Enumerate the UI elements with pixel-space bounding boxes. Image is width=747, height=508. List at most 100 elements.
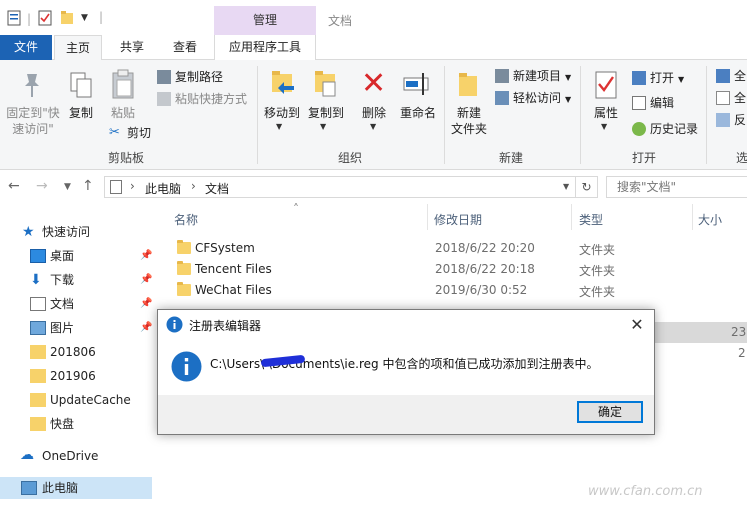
rename-icon	[403, 73, 429, 95]
pin-quick-access-button[interactable]: 固定到"快 速访问"	[2, 105, 64, 137]
column-date[interactable]: 修改日期	[434, 211, 482, 228]
copy-button[interactable]: 复制	[62, 105, 100, 121]
group-organize: 组织	[338, 151, 363, 165]
sidebar-item[interactable]: 201806	[30, 341, 156, 363]
delete-button[interactable]: 删除	[357, 105, 391, 121]
pin-icon	[25, 74, 39, 97]
divider	[257, 66, 258, 164]
checklist-icon[interactable]	[38, 10, 52, 26]
properties-button[interactable]: 属性	[589, 105, 623, 121]
nav-quick-access[interactable]: ★ 快速访问	[22, 221, 152, 243]
sidebar-item[interactable]: 桌面 📌	[30, 245, 156, 267]
nav-this-pc[interactable]: 此电脑	[0, 477, 152, 499]
tab-view[interactable]: 查看	[160, 35, 210, 60]
file-date: 2018/6/22 20:18	[435, 262, 535, 276]
info-icon	[166, 316, 183, 333]
pin-icon[interactable]: 📌	[140, 245, 152, 267]
new-item-button[interactable]: 新建项目 ▼	[495, 67, 571, 85]
sidebar-item[interactable]: 图片 📌	[30, 317, 156, 339]
recent-dropdown-icon[interactable]: ▼	[64, 182, 71, 192]
pin-icon[interactable]: 📌	[140, 269, 152, 291]
breadcrumb-documents[interactable]: 文档	[205, 180, 229, 197]
forward-icon[interactable]: →	[36, 178, 48, 194]
move-to-icon	[272, 71, 294, 94]
new-folder-icon[interactable]	[60, 10, 74, 26]
properties-dropdown-icon[interactable]: ▼	[601, 122, 607, 131]
column-divider[interactable]	[571, 204, 572, 230]
folder-icon	[177, 240, 191, 254]
breadcrumb-chevron[interactable]: ›	[191, 179, 196, 193]
dialog-title-bar[interactable]: 注册表编辑器 ✕	[158, 310, 654, 340]
tab-app-tools[interactable]: 应用程序工具	[214, 35, 316, 60]
copy-path-button[interactable]: 复制路径	[157, 68, 223, 86]
divider	[580, 66, 581, 164]
column-divider[interactable]	[692, 204, 693, 230]
sidebar-item-label: 快盘	[50, 417, 75, 431]
easy-access-button[interactable]: 轻松访问 ▼	[495, 89, 571, 107]
nav-onedrive[interactable]: ☁ OneDrive	[20, 445, 150, 467]
properties-icon[interactable]	[7, 10, 21, 26]
new-item-label: 新建项目	[513, 69, 562, 83]
file-name: CFSystem	[195, 241, 255, 255]
breadcrumb-this-pc[interactable]: 此电脑	[145, 180, 181, 197]
paste-icon	[112, 69, 134, 99]
file-size: 2	[738, 346, 746, 360]
address-dropdown-icon[interactable]: ▼	[563, 182, 569, 191]
search-input[interactable]: 搜索"文档"	[606, 176, 747, 198]
invert-selection-label: 反	[734, 113, 747, 127]
history-label: 历史记录	[650, 122, 699, 136]
file-type: 文件夹	[579, 243, 616, 257]
column-divider[interactable]	[427, 204, 428, 230]
move-to-button[interactable]: 移动到	[260, 105, 304, 121]
pin-icon[interactable]: 📌	[140, 293, 152, 315]
move-to-dropdown-icon[interactable]: ▼	[276, 122, 282, 131]
table-row[interactable]: CFSystem 2018/6/22 20:20 文件夹	[160, 238, 747, 259]
rename-button[interactable]: 重命名	[396, 105, 440, 121]
sidebar-item[interactable]: 快盘	[30, 413, 156, 435]
select-none-button[interactable]: 全	[716, 89, 746, 107]
back-icon[interactable]: ←	[8, 178, 20, 194]
tab-home[interactable]: 主页	[54, 35, 102, 61]
tab-share[interactable]: 共享	[108, 35, 156, 60]
column-size[interactable]: 大小	[698, 211, 722, 228]
open-button[interactable]: 打开 ▼	[632, 69, 684, 87]
invert-selection-button[interactable]: 反	[716, 111, 746, 129]
paste-shortcut-label: 粘贴快捷方式	[175, 92, 248, 106]
select-all-button[interactable]: 全	[716, 67, 746, 85]
history-button[interactable]: 历史记录	[632, 120, 698, 138]
new-folder-button[interactable]: 新建 文件夹	[447, 105, 491, 137]
ok-button[interactable]: 确定	[577, 401, 643, 423]
copy-to-dropdown-icon[interactable]: ▼	[320, 122, 326, 131]
sidebar-item[interactable]: 201906	[30, 365, 156, 387]
download-icon: ⬇	[30, 272, 42, 288]
cut-button[interactable]: ✂ 剪切	[109, 124, 151, 142]
table-row[interactable]: Tencent Files 2018/6/22 20:18 文件夹	[160, 259, 747, 280]
column-name[interactable]: 名称	[174, 211, 198, 228]
select-none-icon	[716, 91, 730, 105]
tab-file[interactable]: 文件	[0, 35, 52, 60]
close-icon[interactable]: ✕	[624, 312, 650, 338]
up-icon[interactable]: ↑	[82, 178, 94, 194]
group-new: 新建	[499, 151, 524, 165]
sidebar-item[interactable]: 文档 📌	[30, 293, 156, 315]
address-bar[interactable]: › 此电脑 › 文档 ▼	[104, 176, 576, 198]
edit-button[interactable]: 编辑	[632, 94, 674, 112]
sidebar-item[interactable]: ⬇ 下载 📌	[30, 269, 156, 291]
ribbon-tabs: 文件 主页 共享 查看 应用程序工具	[0, 35, 747, 61]
refresh-icon[interactable]: ↻	[576, 176, 598, 198]
location-icon	[110, 180, 122, 194]
delete-dropdown-icon[interactable]: ▼	[370, 122, 376, 131]
sidebar-item[interactable]: UpdateCache	[30, 389, 156, 411]
pin-icon[interactable]: 📌	[140, 317, 152, 339]
file-type: 文件夹	[579, 264, 616, 278]
paste-shortcut-button[interactable]: 粘贴快捷方式	[157, 90, 247, 108]
info-large-icon	[171, 351, 202, 382]
breadcrumb-chevron[interactable]: ›	[130, 179, 135, 193]
copy-to-button[interactable]: 复制到	[304, 105, 348, 121]
paste-button[interactable]: 粘贴	[104, 105, 142, 121]
qat-dropdown-icon[interactable]: ▼	[81, 13, 88, 23]
cloud-icon: ☁	[20, 447, 34, 463]
column-type[interactable]: 类型	[579, 211, 603, 228]
table-row[interactable]: WeChat Files 2019/6/30 0:52 文件夹	[160, 280, 747, 301]
history-icon	[632, 122, 646, 136]
